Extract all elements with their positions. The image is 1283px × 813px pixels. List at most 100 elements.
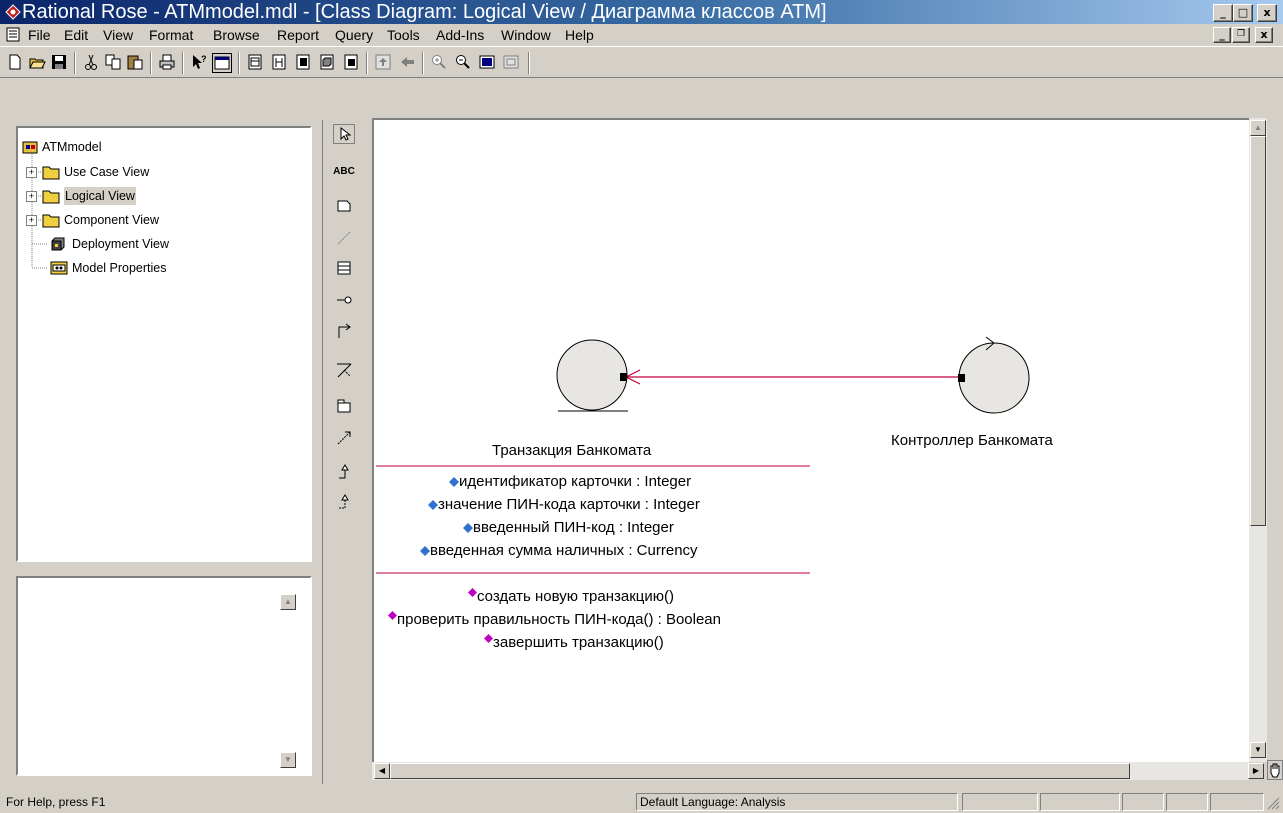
save-icon[interactable]: [50, 53, 68, 71]
paste-icon[interactable]: [126, 53, 144, 71]
menu-tools[interactable]: Tools: [387, 26, 420, 44]
title-bar[interactable]: Rational Rose - ATMmodel.mdl - [Class Di…: [0, 0, 1283, 24]
undo-fit-icon[interactable]: [502, 53, 520, 71]
cut-icon[interactable]: [82, 53, 100, 71]
open-icon[interactable]: [28, 53, 46, 71]
attribute-row[interactable]: введенная сумма наличных : Currency: [420, 542, 698, 559]
zoom-out-icon[interactable]: [454, 53, 472, 71]
menu-report[interactable]: Report: [277, 26, 319, 44]
tree-item-deployment-view[interactable]: Deployment View: [26, 235, 286, 253]
dependency-tool-icon[interactable]: [333, 428, 355, 448]
scroll-right-button[interactable]: ▶: [1248, 763, 1264, 779]
copy-icon[interactable]: [104, 53, 122, 71]
attribute-text: идентификатор карточки : Integer: [459, 473, 692, 490]
operation-row[interactable]: завершить транзакцию(): [484, 634, 664, 651]
menu-file[interactable]: File: [28, 26, 51, 44]
resize-grip-icon[interactable]: [1266, 796, 1280, 810]
new-icon[interactable]: [6, 53, 24, 71]
note-tool-icon[interactable]: [333, 196, 355, 216]
operation-icon: [468, 588, 477, 597]
expand-icon[interactable]: +: [26, 191, 37, 202]
mdi-restore-button[interactable]: ❐: [1232, 27, 1250, 43]
attribute-row[interactable]: значение ПИН-кода карточки : Integer: [428, 496, 700, 513]
scroll-thumb[interactable]: [1250, 136, 1266, 526]
attribute-row[interactable]: идентификатор карточки : Integer: [449, 473, 691, 490]
context-help-icon[interactable]: ?: [190, 53, 208, 71]
attribute-text: введенная сумма наличных : Currency: [430, 542, 698, 559]
toolbar-separator: [182, 52, 184, 74]
attribute-icon: [449, 477, 459, 488]
entity-class-name[interactable]: Транзакция Банкомата: [492, 442, 651, 459]
menu-view[interactable]: View: [103, 26, 133, 44]
selection-tool-icon[interactable]: [333, 124, 355, 144]
document-icon[interactable]: [6, 27, 20, 42]
mdi-minimize-button[interactable]: _: [1213, 27, 1231, 43]
menu-format[interactable]: Format: [149, 26, 193, 44]
menu-query[interactable]: Query: [335, 26, 373, 44]
scroll-up-button[interactable]: ▲: [1250, 120, 1266, 136]
text-tool-icon[interactable]: ABC: [333, 162, 355, 182]
control-class-name[interactable]: Контроллер Банкомата: [891, 432, 1053, 449]
mdi-close-button[interactable]: x: [1255, 27, 1273, 43]
tree-item-logical-view[interactable]: + Logical View: [26, 187, 286, 205]
realization-tool-icon[interactable]: [333, 492, 355, 512]
package-tool-icon[interactable]: [333, 396, 355, 416]
scroll-left-button[interactable]: ◀: [374, 763, 390, 779]
window-title: Rational Rose - ATMmodel.mdl - [Class Di…: [22, 1, 827, 23]
browse-previous-diagram-icon[interactable]: [374, 53, 392, 71]
browse-interaction-diagram-icon[interactable]: [270, 53, 288, 71]
fit-in-window-icon[interactable]: [478, 53, 496, 71]
association-class-icon[interactable]: [333, 360, 355, 380]
attribute-icon: [428, 500, 438, 511]
browse-deployment-diagram-icon[interactable]: [318, 53, 336, 71]
minimize-button[interactable]: _: [1213, 4, 1233, 22]
tree-item-model-properties[interactable]: Model Properties: [26, 259, 286, 277]
pane-splitter[interactable]: [16, 566, 312, 572]
unidirectional-association-icon[interactable]: [333, 322, 355, 342]
properties-icon: [50, 261, 68, 275]
scroll-down-button[interactable]: ▼: [1250, 742, 1266, 758]
menu-help[interactable]: Help: [565, 26, 594, 44]
browse-parent-icon[interactable]: [342, 53, 360, 71]
operation-row[interactable]: создать новую транзакцию(): [468, 588, 674, 605]
tree-item-label: Deployment View: [72, 237, 170, 251]
control-icon[interactable]: [958, 336, 1030, 414]
browse-component-diagram-icon[interactable]: [294, 53, 312, 71]
close-button[interactable]: x: [1257, 4, 1277, 22]
interface-tool-icon[interactable]: [333, 290, 355, 310]
maximize-button[interactable]: □: [1233, 4, 1253, 22]
operation-text: создать новую транзакцию(): [477, 588, 675, 605]
menu-add-ins[interactable]: Add-Ins: [436, 26, 484, 44]
vertical-scrollbar[interactable]: ▲ ▼: [1249, 118, 1267, 762]
expand-icon[interactable]: +: [26, 167, 37, 178]
status-help: For Help, press F1: [6, 795, 106, 809]
print-icon[interactable]: [158, 53, 176, 71]
menu-window[interactable]: Window: [501, 26, 551, 44]
expand-icon[interactable]: +: [26, 215, 37, 226]
anchor-note-icon[interactable]: [333, 228, 355, 248]
zoom-in-icon[interactable]: [430, 53, 448, 71]
tree-item-label: Use Case View: [64, 165, 150, 179]
menu-edit[interactable]: Edit: [64, 26, 88, 44]
class-tool-icon[interactable]: [333, 258, 355, 278]
horizontal-scrollbar[interactable]: ◀ ▶: [372, 762, 1264, 780]
tree-item-use-case-view[interactable]: + Use Case View: [26, 163, 286, 181]
generalization-tool-icon[interactable]: [333, 462, 355, 482]
previous-diagram-icon[interactable]: [398, 53, 416, 71]
menu-browse[interactable]: Browse: [213, 26, 260, 44]
diagram-canvas[interactable]: Транзакция Банкомата Контроллер Банкомат…: [372, 118, 1249, 762]
scroll-down-button[interactable]: ▼: [280, 752, 296, 768]
scroll-thumb[interactable]: [390, 763, 1130, 779]
entity-icon[interactable]: [556, 339, 628, 412]
model-browser[interactable]: ATMmodel + Use Case View + Logical View …: [16, 126, 312, 562]
scroll-up-button[interactable]: ▲: [280, 594, 296, 610]
pan-hand-icon[interactable]: [1267, 760, 1283, 780]
documentation-pane[interactable]: ▲ ▼: [16, 576, 312, 776]
browse-class-diagram-icon[interactable]: [246, 53, 264, 71]
operation-row[interactable]: проверить правильность ПИН-кода() : Bool…: [388, 611, 721, 628]
view-documentation-icon[interactable]: [212, 53, 232, 73]
toolbar-separator: [238, 52, 240, 74]
tree-item-component-view[interactable]: + Component View: [26, 211, 286, 229]
attribute-row[interactable]: введенный ПИН-код : Integer: [463, 519, 674, 536]
attribute-icon: [463, 523, 473, 534]
